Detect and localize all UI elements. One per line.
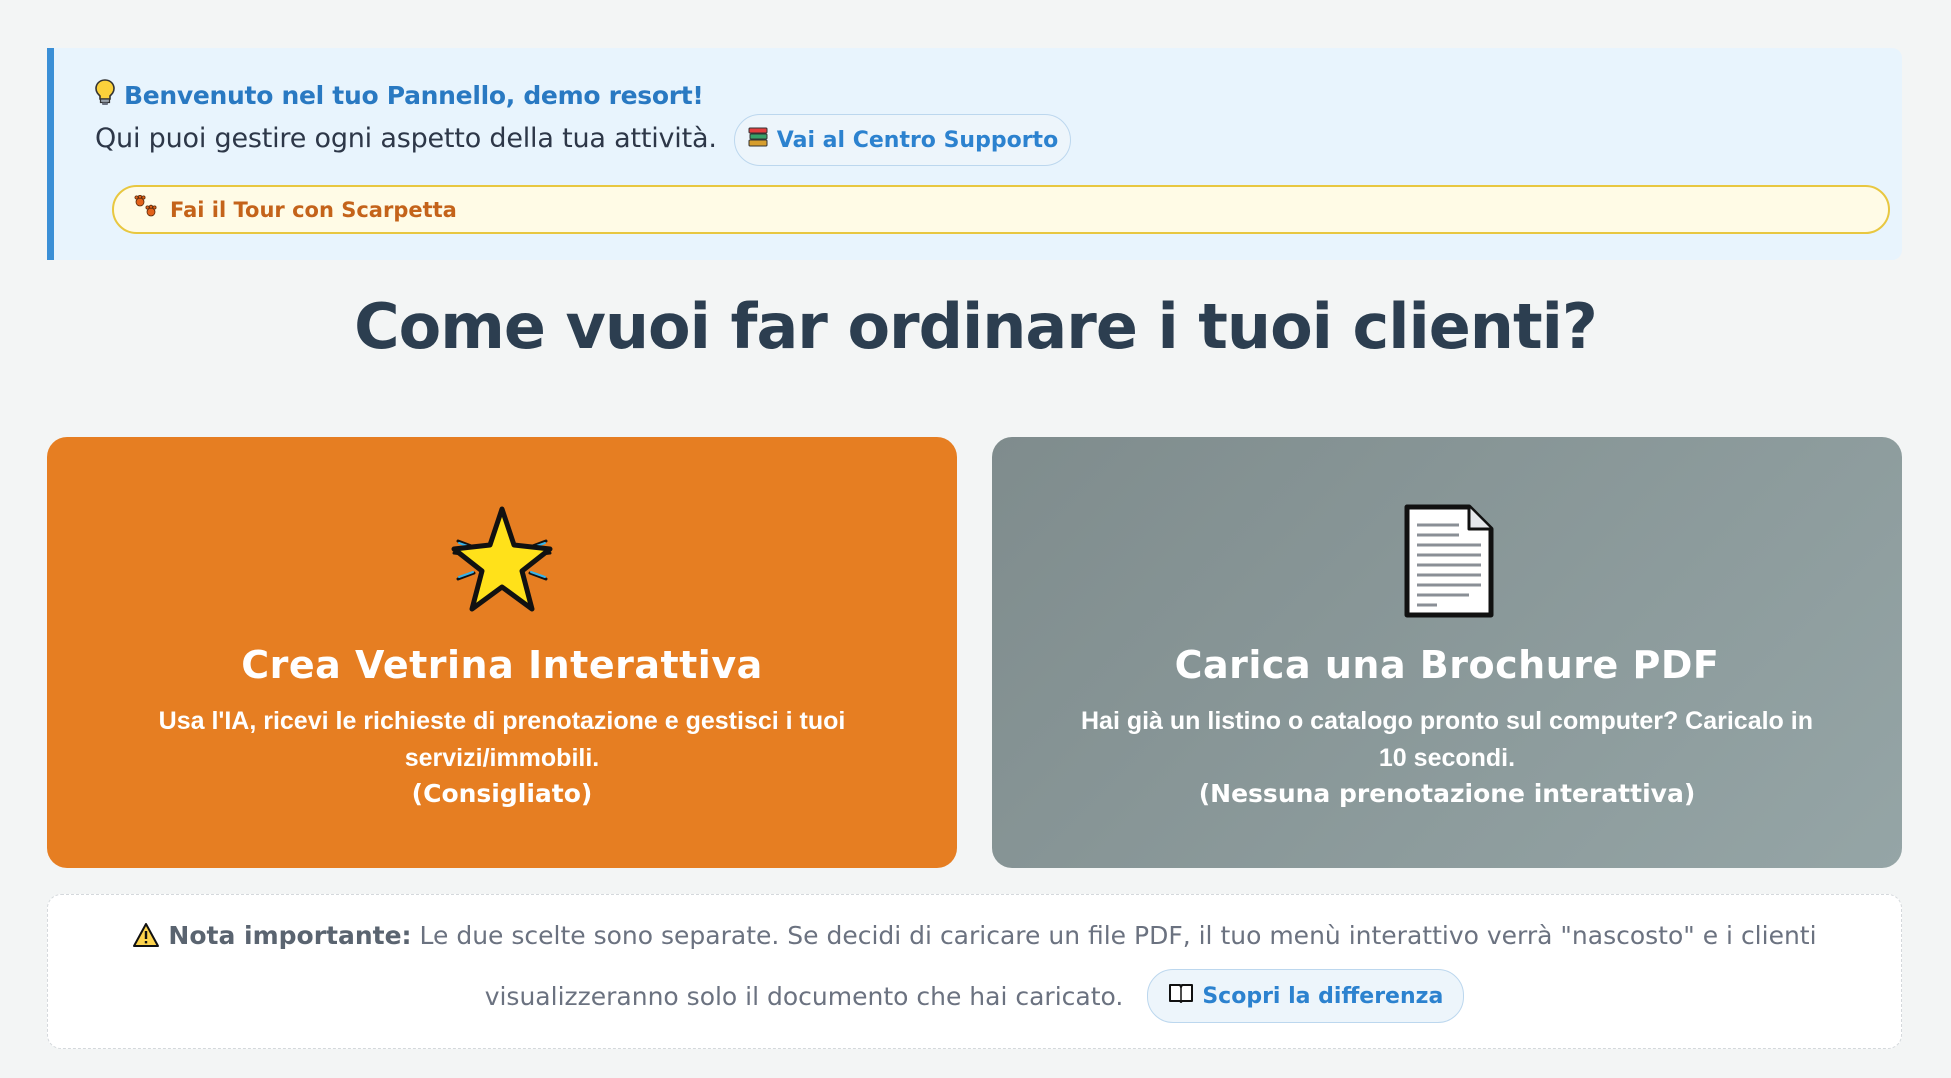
pdf-brochure-option[interactable]: Carica una Brochure PDF Hai già un listi…	[992, 437, 1902, 868]
open-book-icon	[1168, 982, 1194, 1010]
support-center-button[interactable]: Vai al Centro Supporto	[734, 114, 1071, 166]
welcome-banner: Benvenuto nel tuo Pannello, demo resort!…	[47, 48, 1902, 260]
option-note: (Consigliato)	[411, 779, 593, 808]
option-note: (Nessuna prenotazione interattiva)	[1198, 779, 1696, 808]
option-title: Carica una Brochure PDF	[1174, 643, 1720, 687]
books-icon	[747, 126, 769, 154]
page-heading: Come vuoi far ordinare i tuoi clienti?	[354, 290, 1598, 363]
discover-button-label: Scopri la differenza	[1202, 983, 1444, 1009]
tour-button-label: Fai il Tour con Scarpetta	[170, 197, 457, 222]
notice-label: Nota importante:	[168, 921, 412, 950]
notice-line-1: Nota importante: Le due scelte sono sepa…	[48, 921, 1901, 950]
notice-text-continued: visualizzeranno solo il documento che ha…	[484, 981, 1124, 1011]
option-description: Hai già un listino o catalogo pronto sul…	[1080, 707, 1813, 772]
lightbulb-icon	[94, 78, 116, 112]
paw-prints-icon	[134, 194, 160, 224]
document-icon	[992, 503, 1902, 619]
tour-button[interactable]: Fai il Tour con Scarpetta	[112, 185, 1890, 234]
sparkle-star-icon	[47, 503, 957, 619]
discover-difference-button[interactable]: Scopri la differenza	[1147, 969, 1465, 1023]
warning-icon	[132, 921, 168, 950]
option-description: Usa l'IA, ricevi le richieste di prenota…	[158, 707, 846, 772]
important-notice: Nota importante: Le due scelte sono sepa…	[47, 894, 1902, 1049]
notice-text: Le due scelte sono separate. Se decidi d…	[419, 921, 1817, 950]
support-button-label: Vai al Centro Supporto	[776, 127, 1059, 153]
welcome-title-text: Benvenuto nel tuo Pannello, demo resort!	[124, 80, 704, 110]
interactive-showcase-option[interactable]: Crea Vetrina Interattiva Usa l'IA, ricev…	[47, 437, 957, 868]
notice-line-2: visualizzeranno solo il documento che ha…	[48, 969, 1901, 1023]
welcome-description: Qui puoi gestire ogni aspetto della tua …	[95, 123, 717, 154]
welcome-title: Benvenuto nel tuo Pannello, demo resort!	[94, 78, 704, 112]
option-title: Crea Vetrina Interattiva	[241, 643, 763, 687]
